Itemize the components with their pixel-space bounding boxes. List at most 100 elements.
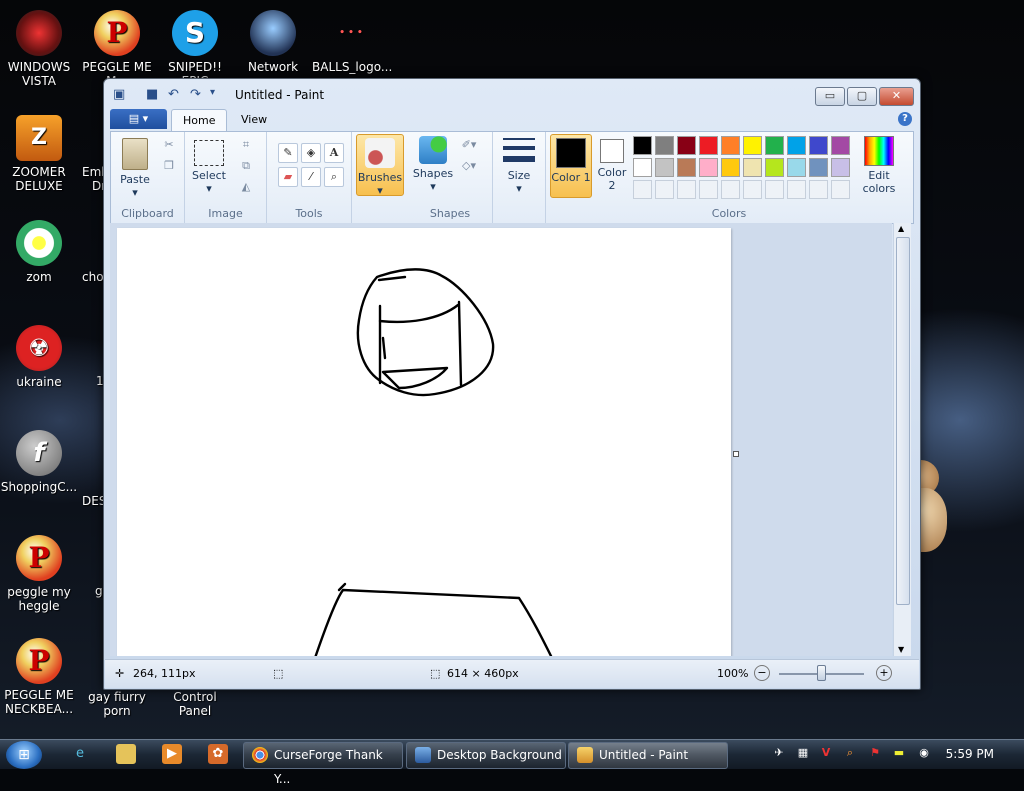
paint-app-icon[interactable]: ▣ bbox=[113, 87, 125, 103]
zoom-slider-thumb[interactable] bbox=[817, 665, 826, 681]
color-swatch[interactable] bbox=[699, 136, 718, 155]
network-tray-icon[interactable]: ✈ bbox=[772, 746, 786, 760]
vertical-scrollbar[interactable]: ▲ ▼ bbox=[893, 223, 911, 656]
start-button[interactable]: ⊞ bbox=[6, 741, 42, 769]
crop-icon[interactable]: ⌗ bbox=[237, 136, 255, 154]
notification-icon[interactable]: ▬ bbox=[892, 746, 906, 760]
empty-custom-swatch[interactable] bbox=[743, 180, 762, 199]
fill-icon[interactable]: ◇▾ bbox=[460, 157, 478, 175]
brushes-button[interactable]: Brushes ▾ bbox=[356, 134, 404, 197]
empty-custom-swatch[interactable] bbox=[699, 180, 718, 199]
desktop-icon-sniped[interactable]: S SNIPED!! EPIC bbox=[156, 10, 234, 88]
color-swatch[interactable] bbox=[655, 158, 674, 177]
desktop-icon-windows-vista[interactable]: WINDOWS VISTA bbox=[0, 10, 78, 88]
tray-app-icon[interactable]: ▦ bbox=[796, 746, 810, 760]
redo-icon[interactable]: ↷ bbox=[190, 87, 201, 103]
media-player-icon[interactable]: ▶ bbox=[162, 744, 182, 764]
edit-colors-button[interactable]: Edit colors bbox=[852, 136, 906, 195]
paint-window[interactable]: ▣ ■ ↶ ↷ ▾ Untitled - Paint ▭ ▢ ✕ ▤ ▾ Hom… bbox=[103, 78, 921, 690]
search-tray-icon[interactable]: ⌕ bbox=[843, 746, 857, 760]
color-swatch[interactable] bbox=[677, 136, 696, 155]
antivirus-tray-icon[interactable]: V bbox=[819, 746, 833, 760]
canvas-resize-handle[interactable] bbox=[733, 451, 739, 457]
color-swatch[interactable] bbox=[787, 136, 806, 155]
color-swatch[interactable] bbox=[787, 158, 806, 177]
outline-icon[interactable]: ✐▾ bbox=[460, 136, 478, 154]
select-button[interactable]: Select ▾ bbox=[191, 138, 227, 195]
empty-custom-swatch[interactable] bbox=[655, 180, 674, 199]
desktop-icon-peggle-neckbeard[interactable]: P PEGGLE ME NECKBEA... bbox=[0, 638, 78, 716]
magnifier-icon[interactable]: ⌕ bbox=[324, 167, 344, 187]
taskbar-button-curseforge[interactable]: CurseForge Thank Y... bbox=[243, 742, 403, 786]
color-swatch[interactable] bbox=[809, 136, 828, 155]
color-swatch[interactable] bbox=[831, 158, 850, 177]
color2-button[interactable]: Color 2 bbox=[594, 137, 630, 192]
desktop-icon-balls-logo[interactable]: • • • BALLS_logo... bbox=[312, 10, 392, 74]
color-swatch[interactable] bbox=[721, 158, 740, 177]
desktop-icon-control-panel[interactable]: Control Panel bbox=[156, 690, 234, 718]
empty-custom-swatch[interactable] bbox=[809, 180, 828, 199]
tab-home[interactable]: Home bbox=[171, 109, 228, 131]
customize-toolbar-icon[interactable]: ▾ bbox=[210, 87, 215, 103]
resize-icon[interactable]: ⧉ bbox=[237, 157, 255, 175]
taskbar-button-paint[interactable]: Untitled - Paint bbox=[568, 742, 728, 769]
size-button[interactable]: Size ▾ bbox=[499, 138, 539, 195]
volume-icon[interactable]: ◉ bbox=[917, 746, 931, 760]
desktop-icon-ukraine[interactable]: ☢ ukraine bbox=[0, 325, 78, 389]
color-swatch[interactable] bbox=[633, 158, 652, 177]
shapes-button[interactable]: Shapes ▾ bbox=[412, 136, 454, 193]
color-swatch[interactable] bbox=[721, 136, 740, 155]
color-picker-icon[interactable]: ⁄ bbox=[301, 167, 321, 187]
action-center-icon[interactable]: ⚑ bbox=[868, 746, 882, 760]
empty-custom-swatch[interactable] bbox=[831, 180, 850, 199]
help-icon[interactable]: ? bbox=[898, 112, 912, 126]
color-swatch[interactable] bbox=[633, 136, 652, 155]
close-button[interactable]: ✕ bbox=[879, 87, 914, 106]
empty-custom-swatch[interactable] bbox=[787, 180, 806, 199]
color-swatch[interactable] bbox=[765, 158, 784, 177]
rotate-icon[interactable]: ◭ bbox=[237, 178, 255, 196]
scroll-up-arrow[interactable]: ▲ bbox=[898, 224, 904, 233]
minimize-button[interactable]: ▭ bbox=[815, 87, 845, 106]
explorer-folder-icon[interactable] bbox=[116, 744, 136, 764]
empty-custom-swatch[interactable] bbox=[765, 180, 784, 199]
color1-button[interactable]: Color 1 bbox=[550, 134, 592, 198]
maximize-button[interactable]: ▢ bbox=[847, 87, 877, 106]
color-swatch[interactable] bbox=[743, 136, 762, 155]
internet-explorer-icon[interactable]: e bbox=[70, 744, 90, 764]
pencil-icon[interactable]: ✎ bbox=[278, 143, 298, 163]
color-swatch[interactable] bbox=[655, 136, 674, 155]
undo-icon[interactable]: ↶ bbox=[168, 87, 179, 103]
color-swatch[interactable] bbox=[809, 158, 828, 177]
copy-icon[interactable]: ❐ bbox=[160, 157, 178, 175]
desktop-icon-peggle-heggle[interactable]: P peggle my heggle bbox=[0, 535, 78, 613]
taskbar-button-desktop-background[interactable]: Desktop Background bbox=[406, 742, 566, 769]
desktop-icon-zom[interactable]: zom bbox=[0, 220, 78, 284]
color-swatch[interactable] bbox=[831, 136, 850, 155]
cut-icon[interactable]: ✂ bbox=[160, 136, 178, 154]
text-icon[interactable]: A bbox=[324, 143, 344, 163]
drawing-canvas[interactable] bbox=[117, 228, 731, 656]
color-swatch[interactable] bbox=[743, 158, 762, 177]
tab-view[interactable]: View bbox=[230, 109, 278, 130]
color-swatch[interactable] bbox=[699, 158, 718, 177]
scroll-down-arrow[interactable]: ▼ bbox=[898, 645, 904, 654]
save-icon[interactable]: ■ bbox=[146, 87, 158, 103]
canvas-scroll-area[interactable] bbox=[110, 223, 892, 656]
empty-custom-swatch[interactable] bbox=[677, 180, 696, 199]
app-icon[interactable]: ✿ bbox=[208, 744, 228, 764]
paste-button[interactable]: Paste ▾ bbox=[117, 138, 153, 199]
desktop-icon-peggle-1[interactable]: P PEGGLE ME M... bbox=[78, 10, 156, 88]
color-swatch[interactable] bbox=[677, 158, 696, 177]
zoom-in-button[interactable]: + bbox=[876, 665, 892, 681]
desktop-icon-shopping[interactable]: f ShoppingC... bbox=[0, 430, 78, 494]
desktop-icon-zoomer[interactable]: Z ZOOMER DELUXE bbox=[0, 115, 78, 193]
color-swatch[interactable] bbox=[765, 136, 784, 155]
empty-custom-swatch[interactable] bbox=[721, 180, 740, 199]
title-bar[interactable]: ▣ ■ ↶ ↷ ▾ Untitled - Paint ▭ ▢ ✕ bbox=[104, 79, 920, 109]
scrollbar-thumb[interactable] bbox=[896, 237, 910, 605]
zoom-out-button[interactable]: − bbox=[754, 665, 770, 681]
desktop-icon-gay-fiurry[interactable]: gay fiurry porn bbox=[78, 690, 156, 718]
empty-custom-swatch[interactable] bbox=[633, 180, 652, 199]
eraser-icon[interactable]: ▰ bbox=[278, 167, 298, 187]
